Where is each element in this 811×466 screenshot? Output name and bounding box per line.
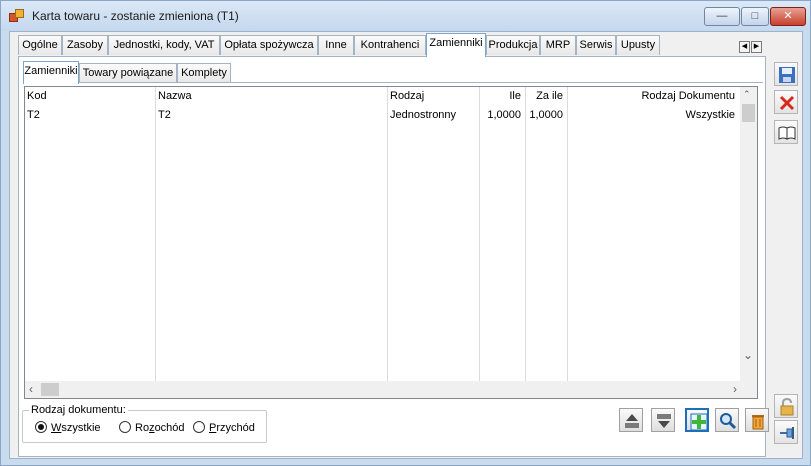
tab-produkcja[interactable]: Produkcja: [486, 35, 540, 55]
app-icon: [9, 9, 25, 23]
subtab-divider: [23, 82, 763, 83]
radio-wszystkie[interactable]: Wszystkie: [35, 421, 101, 434]
main-window: Karta towaru - zostanie zmieniona (T1) —…: [0, 0, 811, 466]
column-header-rodzaj-dokumentu[interactable]: Rodzaj Dokumentu: [585, 90, 735, 102]
window-title: Karta towaru - zostanie zmieniona (T1): [32, 9, 239, 23]
column-header-ile[interactable]: Ile: [481, 90, 521, 102]
substitutes-grid[interactable]: Kod Nazwa Rodzaj Ile Za ile Rodzaj Dokum…: [24, 86, 758, 399]
radio-przychod[interactable]: Przychód: [193, 421, 255, 434]
table-row-cell-nazwa[interactable]: T2: [158, 109, 171, 121]
scroll-down-icon[interactable]: ⌄: [743, 348, 753, 362]
minimize-button[interactable]: —: [704, 7, 740, 26]
horizontal-scrollbar[interactable]: ‹ ›: [25, 381, 741, 398]
tab-zasoby[interactable]: Zasoby: [62, 35, 108, 55]
tab-oplata-spozywcza[interactable]: Opłata spożywcza: [220, 35, 318, 55]
cancel-button[interactable]: [774, 90, 798, 114]
tab-ogolne[interactable]: Ogólne: [18, 35, 62, 55]
save-icon: [779, 67, 795, 83]
tab-panel: Zamienniki Towary powiązane Komplety Kod…: [18, 57, 769, 457]
tab-scroll[interactable]: ◀ ▶: [739, 39, 763, 53]
vertical-scroll-thumb[interactable]: [742, 104, 755, 122]
table-row-cell-kod[interactable]: T2: [27, 109, 40, 121]
subtab-komplety[interactable]: Komplety: [177, 63, 231, 83]
tab-kontrahenci[interactable]: Kontrahenci: [354, 35, 426, 55]
radio-on-icon[interactable]: [35, 421, 47, 433]
radio-rozchod[interactable]: Rozochód: [119, 421, 185, 434]
pin-icon: [780, 427, 794, 439]
delete-button[interactable]: [745, 408, 769, 432]
export-button[interactable]: [619, 408, 643, 432]
add-icon: [690, 413, 708, 431]
lock-icon: [780, 398, 794, 416]
radio-off-icon[interactable]: [119, 421, 131, 433]
tab-scroll-right-icon[interactable]: ▶: [751, 41, 762, 53]
table-row-cell-za-ile[interactable]: 1,0000: [527, 109, 563, 121]
tab-jednostki[interactable]: Jednostki, kody, VAT: [108, 35, 220, 55]
import-button[interactable]: [651, 408, 675, 432]
maximize-button[interactable]: □: [741, 7, 769, 26]
delete-icon: [752, 415, 764, 430]
horizontal-scroll-thumb[interactable]: [41, 383, 59, 396]
tab-zamienniki[interactable]: Zamienniki: [426, 33, 486, 57]
table-row-cell-rodzaj[interactable]: Jednostronny: [390, 109, 456, 121]
title-bar: Karta towaru - zostanie zmieniona (T1) —…: [1, 1, 810, 31]
tab-scroll-left-icon[interactable]: ◀: [739, 41, 750, 53]
add-button[interactable]: [685, 408, 709, 432]
column-header-kod[interactable]: Kod: [27, 90, 47, 102]
lock-button[interactable]: [774, 394, 798, 418]
search-button[interactable]: [715, 408, 739, 432]
client-area: Ogólne Zasoby Jednostki, kody, VAT Opłat…: [9, 31, 803, 459]
tab-inne[interactable]: Inne: [318, 35, 354, 55]
table-row-cell-rodzaj-dokumentu[interactable]: Wszystkie: [585, 109, 736, 121]
table-row-cell-ile[interactable]: 1,0000: [481, 109, 521, 121]
vertical-scrollbar[interactable]: ⌃ ⌄: [740, 87, 757, 381]
tab-serwis[interactable]: Serwis: [576, 35, 616, 55]
save-button[interactable]: [774, 62, 798, 86]
scroll-left-icon[interactable]: ‹: [29, 382, 33, 396]
radio-off-icon[interactable]: [193, 421, 205, 433]
export-up-icon: [625, 414, 639, 428]
doc-type-group: Rodzaj dokumentu: Wszystkie Rozochód Prz…: [22, 404, 267, 443]
subtab-towary-powiazane[interactable]: Towary powiązane: [79, 63, 177, 83]
pin-button[interactable]: [774, 420, 798, 444]
subtab-zamienniki[interactable]: Zamienniki: [23, 61, 79, 84]
scroll-right-icon[interactable]: ›: [733, 382, 737, 396]
column-header-za-ile[interactable]: Za ile: [527, 90, 563, 102]
scroll-up-icon[interactable]: ⌃: [743, 89, 751, 100]
cancel-icon: [779, 95, 795, 111]
close-button[interactable]: ✕: [770, 7, 806, 26]
import-down-icon: [657, 414, 671, 428]
doc-type-label: Rodzaj dokumentu:: [29, 404, 128, 416]
column-header-nazwa[interactable]: Nazwa: [158, 90, 192, 102]
book-icon: [778, 126, 796, 140]
column-header-rodzaj[interactable]: Rodzaj: [390, 90, 424, 102]
book-button[interactable]: [774, 120, 798, 144]
tab-mrp[interactable]: MRP: [540, 35, 576, 55]
search-icon: [720, 413, 737, 430]
tab-upusty[interactable]: Upusty: [616, 35, 660, 55]
